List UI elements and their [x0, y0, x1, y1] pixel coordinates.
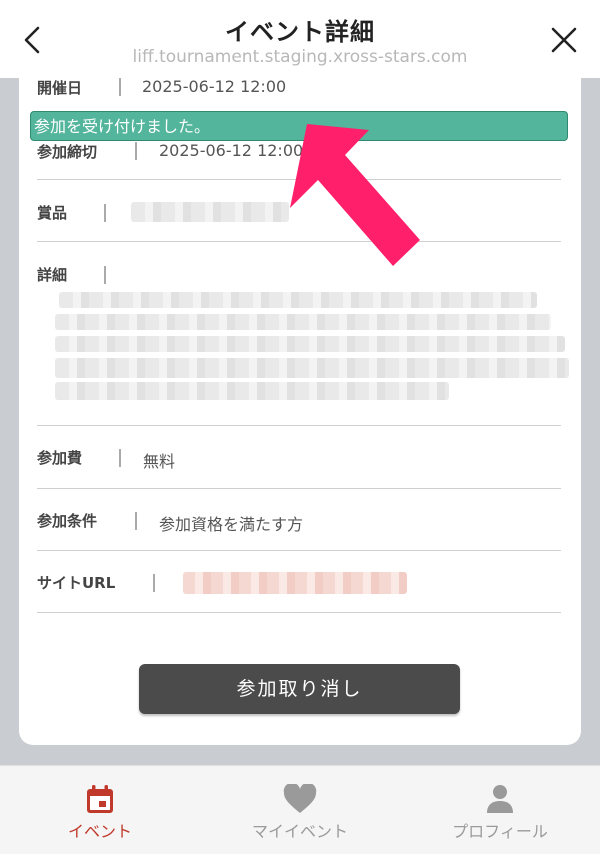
divider — [119, 449, 121, 467]
divider — [135, 512, 137, 530]
row-site-url: サイトURL — [37, 551, 561, 613]
row-fee: 参加費 無料 — [37, 426, 561, 489]
detail-text-redacted — [59, 292, 537, 308]
header-bar: イベント詳細 liff.tournament.staging.xross-sta… — [0, 0, 600, 78]
nav-item-events[interactable]: イベント — [0, 766, 200, 854]
calendar-icon — [87, 785, 113, 813]
nav-item-my-events[interactable]: マイイベント — [200, 766, 400, 854]
start-date-label: 開催日 — [37, 79, 83, 97]
divider — [119, 78, 121, 96]
deadline-value: 2025-06-12 12:00 — [159, 141, 304, 160]
detail-text-redacted — [55, 358, 569, 378]
prize-value-redacted — [131, 202, 289, 222]
page-url: liff.tournament.staging.xross-stars.com — [132, 47, 468, 67]
nav-label: イベント — [67, 822, 132, 841]
divider — [135, 142, 137, 160]
fee-value: 無料 — [143, 452, 176, 471]
fee-label: 参加費 — [37, 449, 83, 467]
page-title: イベント詳細 — [225, 18, 375, 46]
divider — [104, 266, 106, 284]
divider — [104, 204, 106, 222]
requirement-value: 参加資格を満たす方 — [159, 515, 304, 534]
divider — [153, 574, 155, 592]
person-icon — [487, 785, 513, 813]
deadline-label: 参加締切 — [37, 143, 98, 161]
nav-label: マイイベント — [251, 822, 348, 841]
heart-icon — [283, 784, 317, 813]
close-icon[interactable] — [546, 22, 582, 58]
requirement-label: 参加条件 — [37, 512, 98, 530]
row-requirement: 参加条件 参加資格を満たす方 — [37, 489, 561, 551]
pointer-arrow-icon — [290, 124, 420, 266]
site-url-link-redacted[interactable] — [183, 572, 407, 594]
cancel-participation-button[interactable]: 参加取り消し — [139, 664, 460, 714]
site-url-label: サイトURL — [37, 574, 116, 592]
detail-text-redacted — [55, 382, 449, 400]
bottom-nav: イベント マイイベント プロフィール — [0, 765, 600, 854]
nav-label: プロフィール — [452, 822, 548, 841]
detail-text-redacted — [55, 314, 551, 330]
nav-item-profile[interactable]: プロフィール — [400, 766, 600, 854]
prize-label: 賞品 — [37, 204, 68, 222]
detail-text-redacted — [55, 336, 565, 352]
detail-label: 詳細 — [37, 266, 68, 284]
start-date-value: 2025-06-12 12:00 — [142, 77, 287, 96]
